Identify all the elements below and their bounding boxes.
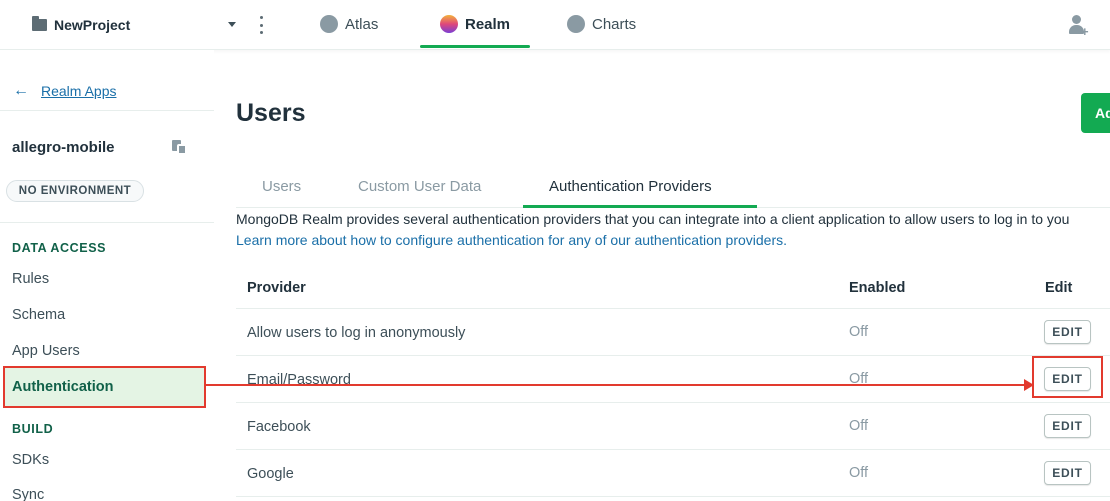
tab-users[interactable]: Users bbox=[262, 178, 301, 195]
annotation-highlight-box bbox=[1032, 356, 1103, 398]
project-selector[interactable]: NewProject bbox=[32, 14, 130, 36]
enabled-status: Off bbox=[849, 465, 869, 481]
table-row: Allow users to log in anonymously Off ED… bbox=[236, 309, 1110, 356]
divider bbox=[0, 222, 214, 223]
annotation-highlight-box bbox=[3, 366, 206, 408]
tab-authentication-providers[interactable]: Authentication Providers bbox=[549, 178, 712, 195]
column-header-edit: Edit bbox=[1045, 280, 1073, 296]
provider-name: Allow users to log in anonymously bbox=[247, 325, 466, 341]
column-header-enabled: Enabled bbox=[849, 280, 906, 296]
tab-atlas-label: Atlas bbox=[345, 15, 379, 33]
provider-name: Google bbox=[247, 466, 294, 482]
learn-more-link[interactable]: Learn more about how to configure authen… bbox=[236, 232, 787, 248]
description-text: MongoDB Realm provides several authentic… bbox=[236, 211, 1070, 227]
environment-badge[interactable]: NO ENVIRONMENT bbox=[6, 180, 144, 202]
copy-icon[interactable] bbox=[172, 140, 188, 156]
tab-custom-user-data[interactable]: Custom User Data bbox=[358, 178, 481, 195]
sidebar-item-sync[interactable]: Sync bbox=[0, 478, 214, 501]
realm-icon bbox=[439, 15, 458, 33]
divider bbox=[0, 110, 214, 111]
tab-atlas[interactable]: Atlas bbox=[320, 0, 378, 48]
kebab-menu-icon[interactable] bbox=[258, 16, 264, 34]
project-name: NewProject bbox=[54, 17, 131, 33]
annotation-arrow-head bbox=[1024, 379, 1034, 391]
table-row: Email/Password Off EDIT bbox=[236, 356, 1110, 403]
back-to-realm-apps-link[interactable]: ← Realm Apps bbox=[13, 82, 116, 100]
sidebar-item-sdks[interactable]: SDKs bbox=[0, 443, 214, 477]
column-header-provider: Provider bbox=[247, 280, 306, 296]
provider-name: Facebook bbox=[247, 419, 311, 435]
caret-down-icon[interactable] bbox=[228, 22, 236, 27]
edit-button[interactable]: EDIT bbox=[1044, 461, 1091, 485]
arrow-left-icon: ← bbox=[13, 82, 29, 99]
add-user-icon[interactable]: + bbox=[1068, 14, 1090, 38]
top-navigation-bar: NewProject Atlas Realm Charts + bbox=[0, 0, 1110, 50]
active-tab-indicator bbox=[420, 45, 530, 48]
page-title: Users bbox=[236, 99, 306, 127]
sidebar-item-app-users[interactable]: App Users bbox=[0, 334, 214, 368]
tab-realm-label: Realm bbox=[464, 15, 511, 33]
folder-icon bbox=[32, 16, 47, 31]
annotation-arrow bbox=[206, 384, 1026, 386]
add-button[interactable]: Ad bbox=[1081, 93, 1110, 133]
sidebar-item-schema[interactable]: Schema bbox=[0, 298, 214, 332]
atlas-icon bbox=[320, 15, 338, 33]
enabled-status: Off bbox=[849, 324, 869, 340]
active-tab-indicator bbox=[523, 205, 757, 208]
edit-button[interactable]: EDIT bbox=[1044, 414, 1091, 438]
section-heading-build: BUILD bbox=[12, 422, 54, 436]
sidebar-item-rules[interactable]: Rules bbox=[0, 262, 214, 296]
enabled-status: Off bbox=[849, 418, 869, 434]
app-name: allegro-mobile bbox=[12, 139, 115, 156]
edit-button[interactable]: EDIT bbox=[1044, 320, 1091, 344]
table-header: Provider Enabled Edit bbox=[236, 266, 1110, 309]
table-row: Facebook Off EDIT bbox=[236, 403, 1110, 450]
tab-realm[interactable]: Realm bbox=[420, 0, 530, 48]
table-row: Google Off EDIT bbox=[236, 450, 1110, 497]
tab-charts-label: Charts bbox=[592, 15, 637, 33]
section-heading-data-access: DATA ACCESS bbox=[12, 241, 107, 255]
back-link-label: Realm Apps bbox=[41, 83, 117, 99]
tab-charts[interactable]: Charts bbox=[567, 0, 636, 48]
content-tabs: Users Custom User Data Authentication Pr… bbox=[236, 174, 1110, 208]
charts-icon bbox=[567, 15, 585, 33]
